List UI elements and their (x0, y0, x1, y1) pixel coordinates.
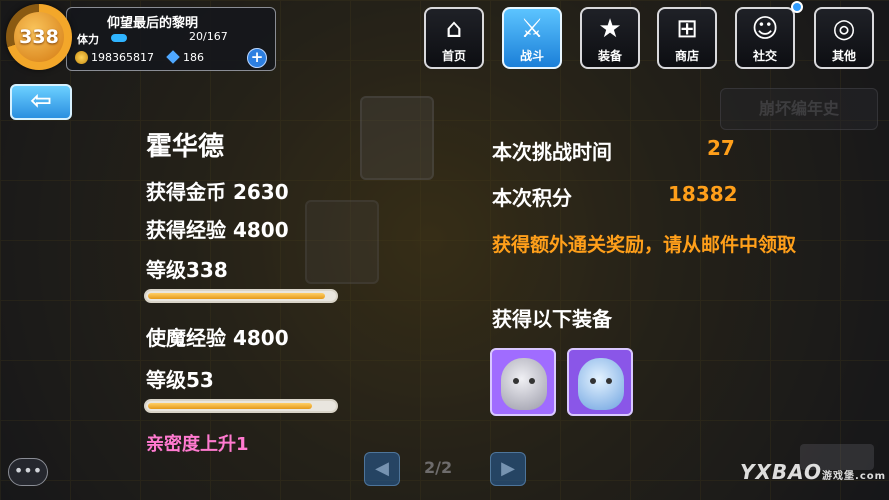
score-label: 本次积分 (492, 186, 572, 210)
player-level-badge: 338 (6, 4, 72, 70)
nav-button[interactable]: ☺ 社交 (735, 7, 795, 69)
nav-button[interactable]: ★ 装备 (580, 7, 640, 69)
challenge-time-value: 27 (707, 136, 735, 160)
nav-button[interactable]: ⌂ 首页 (424, 7, 484, 69)
bear-pet-icon (501, 358, 547, 410)
stamina-bar (111, 34, 127, 42)
watermark-brand: YXBAO (740, 460, 823, 484)
nav-label: 战斗 (519, 49, 544, 63)
summon-exp-earned: 使魔经验 4800 (146, 326, 289, 350)
ice-bear-pet-icon (578, 358, 624, 410)
summon-level-progress-fill (148, 403, 312, 409)
equipment-icon: ★ (598, 14, 622, 44)
chat-icon[interactable]: ••• (8, 458, 48, 486)
stamina-value: 20/167 (189, 30, 228, 43)
coin-count: 198365817 (91, 51, 154, 64)
social-icon: ☺ (751, 14, 779, 44)
add-currency-button[interactable]: + (247, 48, 267, 68)
crystal-icon (166, 50, 180, 64)
crystal-count: 186 (183, 51, 204, 64)
equipment-item[interactable] (490, 348, 556, 416)
eye (606, 378, 612, 384)
coin-icon (75, 51, 88, 64)
nav-button[interactable]: ◎ 其他 (814, 7, 874, 69)
player-info-panel: 仰望最后的黎明 体力 20/167 198365817 186 + (66, 7, 276, 71)
nav-label: 商店 (674, 49, 699, 63)
mail-reward-notice: 获得额外通关奖励，请从邮件中领取 (492, 234, 797, 256)
level-progress-bar (144, 289, 338, 303)
equipment-earned-label: 获得以下装备 (492, 307, 612, 331)
player-level: 338 (14, 12, 64, 62)
exp-earned: 获得经验 4800 (146, 218, 289, 242)
nav-button[interactable]: ⚔ 战斗 (502, 7, 562, 69)
challenge-time-label: 本次挑战时间 (492, 140, 612, 164)
stamina-label: 体力 (77, 33, 99, 46)
battle-icon: ⚔ (520, 14, 544, 44)
shop-icon: ⊞ (676, 14, 698, 44)
character-level: 等级338 (146, 258, 228, 282)
other-icon: ◎ (832, 14, 856, 44)
coins-earned: 获得金币 2630 (146, 180, 289, 204)
player-name: 仰望最后的黎明 (107, 16, 199, 31)
notification-dot (791, 1, 803, 13)
watermark-sub: 游戏堡 (822, 471, 856, 482)
watermark-domain: .com (855, 471, 887, 482)
summon-level-progress-bar (144, 399, 338, 413)
equipment-item[interactable] (567, 348, 633, 416)
score-value: 18382 (668, 182, 738, 206)
home-icon: ⌂ (445, 14, 463, 44)
nav-label: 社交 (752, 49, 777, 63)
nav-label: 其他 (831, 49, 856, 63)
level-progress-fill (148, 293, 325, 299)
eye (590, 378, 596, 384)
nav-button[interactable]: ⊞ 商店 (657, 7, 717, 69)
intimacy-increase: 亲密度上升1 (146, 434, 249, 455)
nav-label: 首页 (441, 49, 466, 63)
eye (529, 378, 535, 384)
nav-label: 装备 (597, 49, 622, 63)
eye (513, 378, 519, 384)
summon-level: 等级53 (146, 368, 214, 392)
prev-page-button[interactable]: ◀ (364, 452, 400, 486)
page-indicator: 2/2 (424, 458, 453, 477)
watermark-logo: YXBAO游戏堡.com (740, 460, 886, 484)
next-page-button[interactable]: ▶ (490, 452, 526, 486)
back-button[interactable]: ⇦ (10, 84, 72, 120)
character-name: 霍华德 (146, 132, 225, 162)
